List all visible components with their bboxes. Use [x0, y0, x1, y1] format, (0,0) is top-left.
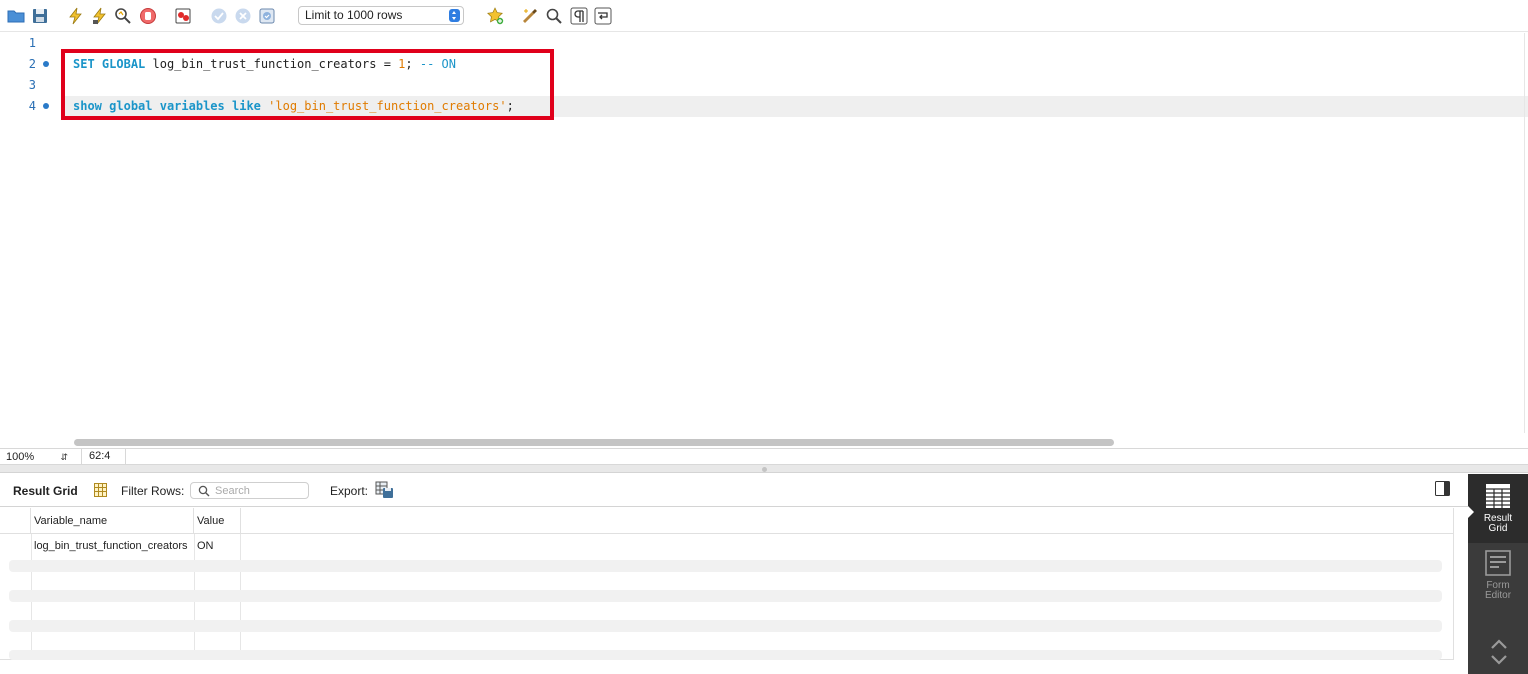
chevron-updown-icon[interactable] — [1490, 638, 1508, 666]
form-editor-tab-label: Editor — [1484, 590, 1512, 601]
execute-current-icon[interactable] — [90, 6, 110, 26]
sql-editor[interactable]: 1 2 3 4 SET GLOBAL log_bin_trust_functio… — [0, 33, 1528, 448]
row-selector-header — [0, 508, 31, 534]
cell-value[interactable]: ON — [194, 535, 241, 557]
line-number: 4 — [28, 99, 36, 113]
editor-toolbar: Limit to 1000 rows — [0, 0, 1528, 32]
empty-row — [0, 617, 1454, 639]
select-stepper-icon — [449, 9, 460, 22]
empty-row — [0, 647, 1454, 660]
search-icon — [198, 485, 210, 497]
find-icon[interactable] — [544, 6, 564, 26]
form-editor-icon — [1485, 550, 1511, 576]
grid-header-row: Variable_name Value — [0, 508, 1454, 534]
snippet-icon[interactable] — [485, 6, 505, 26]
export-icon[interactable] — [375, 481, 394, 499]
limit-rows-value: Limit to 1000 rows — [305, 8, 403, 22]
line-number: 3 — [28, 78, 36, 92]
form-editor-tab[interactable]: Form Editor — [1468, 546, 1528, 606]
rollback-icon[interactable] — [233, 6, 253, 26]
zoom-stepper-icon: ⇵ — [60, 452, 68, 462]
horizontal-scrollbar[interactable] — [74, 437, 1526, 448]
empty-row — [0, 587, 1454, 609]
toggle-sidebar-icon[interactable] — [1435, 481, 1450, 496]
column-header-variable-name[interactable]: Variable_name — [31, 508, 194, 534]
toggle-error-icon[interactable] — [173, 6, 193, 26]
result-grid-title: Result Grid — [13, 484, 78, 498]
result-grid-tab-label: Grid — [1488, 523, 1508, 534]
line-number: 1 — [28, 36, 36, 50]
result-panel: Result Grid Filter Rows: Export: — [0, 474, 1468, 674]
grid-layout-icon[interactable] — [94, 483, 107, 497]
filter-rows-label: Filter Rows: — [121, 484, 185, 498]
beautify-icon[interactable] — [520, 6, 540, 26]
statement-marker-icon — [43, 61, 49, 67]
editor-right-edge — [1524, 33, 1525, 433]
line-gutter: 1 2 3 4 — [0, 33, 62, 433]
result-grid[interactable]: Variable_name Value log_bin_trust_functi… — [0, 508, 1454, 660]
stop-icon[interactable] — [138, 6, 158, 26]
result-grid-icon — [1486, 484, 1510, 508]
editor-status-bar: 100% ⇵ 62:4 — [0, 448, 1528, 465]
cursor-position: 62:4 — [81, 449, 126, 464]
search-input[interactable] — [215, 484, 305, 498]
explain-icon[interactable] — [113, 6, 133, 26]
invisible-chars-icon[interactable] — [569, 6, 589, 26]
filter-search-field[interactable] — [190, 482, 309, 499]
panel-splitter[interactable] — [0, 465, 1528, 473]
limit-rows-select[interactable]: Limit to 1000 rows — [298, 6, 464, 25]
result-toolbar: Result Grid Filter Rows: Export: — [0, 474, 1468, 507]
execute-icon[interactable] — [66, 6, 86, 26]
splitter-grip-icon[interactable] — [762, 467, 767, 472]
table-row[interactable]: log_bin_trust_function_creators ON — [0, 535, 1454, 557]
statement-marker-icon — [43, 103, 49, 109]
result-grid-tab[interactable]: Result Grid — [1468, 474, 1528, 543]
cell-variable-name[interactable]: log_bin_trust_function_creators — [31, 535, 194, 557]
line-number: 2 — [28, 57, 36, 71]
export-label: Export: — [330, 484, 369, 498]
zoom-value: 100% — [6, 451, 35, 463]
commit-icon[interactable] — [209, 6, 229, 26]
sql-editor-window: Limit to 1000 rows 1 2 3 4 SET GLOBAL lo… — [0, 0, 1528, 674]
save-icon[interactable] — [30, 6, 50, 26]
red-highlight-box — [61, 49, 554, 120]
zoom-select[interactable]: 100% ⇵ — [6, 450, 70, 464]
scrollbar-thumb[interactable] — [74, 439, 1114, 446]
autocommit-icon[interactable] — [257, 6, 277, 26]
result-side-panel: Result Grid Form Editor — [1468, 474, 1528, 674]
column-header-value[interactable]: Value — [194, 508, 241, 534]
open-folder-icon[interactable] — [6, 6, 26, 26]
empty-row — [0, 557, 1454, 579]
wrap-icon[interactable] — [593, 6, 613, 26]
